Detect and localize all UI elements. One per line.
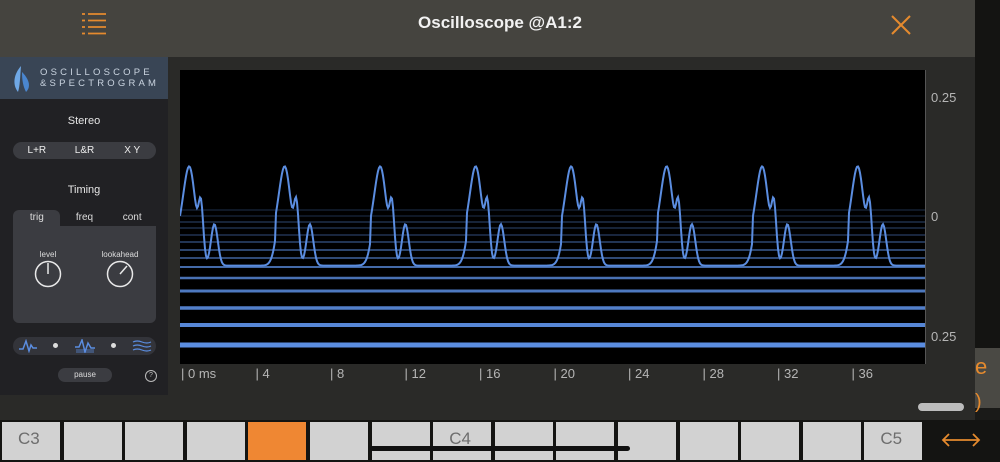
stereo-option-lr-split[interactable]: L&R (61, 145, 109, 156)
piano-key-1[interactable] (63, 422, 122, 460)
y-tick-bottom: 0.25 (931, 329, 957, 344)
separator-dot-1 (53, 343, 58, 348)
bottom-bar (0, 395, 975, 420)
right-edge-strip (975, 0, 1000, 348)
y-tick-top: 0.25 (931, 90, 957, 105)
tab-cont[interactable]: cont (108, 212, 156, 226)
swap-arrows-icon[interactable] (940, 428, 982, 452)
spectrogram-mode-icon[interactable] (132, 339, 152, 353)
piano-key-3[interactable] (186, 422, 245, 460)
piano-key-14[interactable]: C5 (864, 422, 923, 460)
piano-key-4[interactable] (248, 422, 307, 460)
x-tick-4: | 16 (479, 366, 501, 381)
level-knob[interactable] (34, 260, 62, 288)
waveform-plot (180, 164, 925, 348)
resize-handle[interactable] (918, 403, 964, 411)
pause-button[interactable]: pause (58, 368, 112, 382)
x-tick-0: | 0 ms (181, 366, 217, 381)
x-tick-6: | 24 (628, 366, 650, 381)
x-axis-ticks: | 0 ms | 4 | 8 | 12 | 16 | 20 | 24 | 28 | 32 | 36 (180, 364, 925, 384)
waveform-mode-icon[interactable] (18, 338, 38, 354)
stereo-option-xy[interactable]: X Y (108, 145, 156, 156)
oscilloscope-display[interactable] (180, 70, 925, 364)
tab-freq[interactable]: freq (61, 212, 109, 226)
piano-key-10[interactable] (618, 422, 676, 460)
waveform-spectrum-mode-icon[interactable] (74, 337, 96, 355)
piano-key-9[interactable] (556, 422, 615, 460)
piano-key-5[interactable] (310, 422, 368, 460)
window-title: Oscilloscope @A1:2 (418, 13, 582, 32)
separator-dot-2 (111, 343, 116, 348)
x-tick-5: | 20 (553, 366, 575, 381)
partial-edge-icon: e (975, 354, 988, 379)
piano-key-8[interactable] (494, 422, 553, 460)
stereo-option-lr-sum[interactable]: L+R (13, 145, 61, 156)
timing-tabs: trig freq cont (13, 212, 156, 226)
brand-line-2: &SPECTROGRAM (40, 78, 160, 89)
y-tick-zero: 0 (931, 209, 939, 224)
piano-key-7[interactable]: C4 (433, 422, 492, 460)
piano-key-2[interactable] (125, 422, 184, 460)
piano-key-0[interactable]: C3 (2, 422, 60, 460)
leaf-logo-icon (8, 64, 34, 94)
home-indicator (370, 446, 630, 451)
x-tick-1: | 4 (255, 366, 270, 381)
timing-label: Timing (67, 184, 101, 196)
lookahead-label: lookahead (101, 250, 139, 259)
scope-axis-line (925, 70, 926, 364)
x-tick-9: | 36 (851, 366, 873, 381)
x-tick-7: | 28 (702, 366, 724, 381)
brand-name: OSCILLOSCOPE &SPECTROGRAM (40, 67, 159, 89)
stereo-label: Stereo (67, 115, 101, 127)
stereo-selector: L+R L&R X Y (13, 142, 156, 159)
brand-line-1: OSCILLOSCOPE (40, 67, 153, 78)
x-tick-3: | 12 (404, 366, 426, 381)
piano-key-6[interactable] (371, 422, 430, 460)
piano-key-13[interactable] (802, 422, 861, 460)
x-tick-8: | 32 (777, 366, 799, 381)
piano-key-11[interactable] (679, 422, 738, 460)
piano-key-12[interactable] (741, 422, 800, 460)
x-tick-2: | 8 (330, 366, 345, 381)
close-icon[interactable] (888, 12, 914, 38)
partial-edge-icon-2: ) (975, 391, 982, 413)
tab-trig[interactable]: trig (13, 212, 61, 226)
level-label: level (39, 250, 57, 259)
help-icon[interactable]: ? (145, 370, 157, 382)
lookahead-knob[interactable] (106, 260, 134, 288)
